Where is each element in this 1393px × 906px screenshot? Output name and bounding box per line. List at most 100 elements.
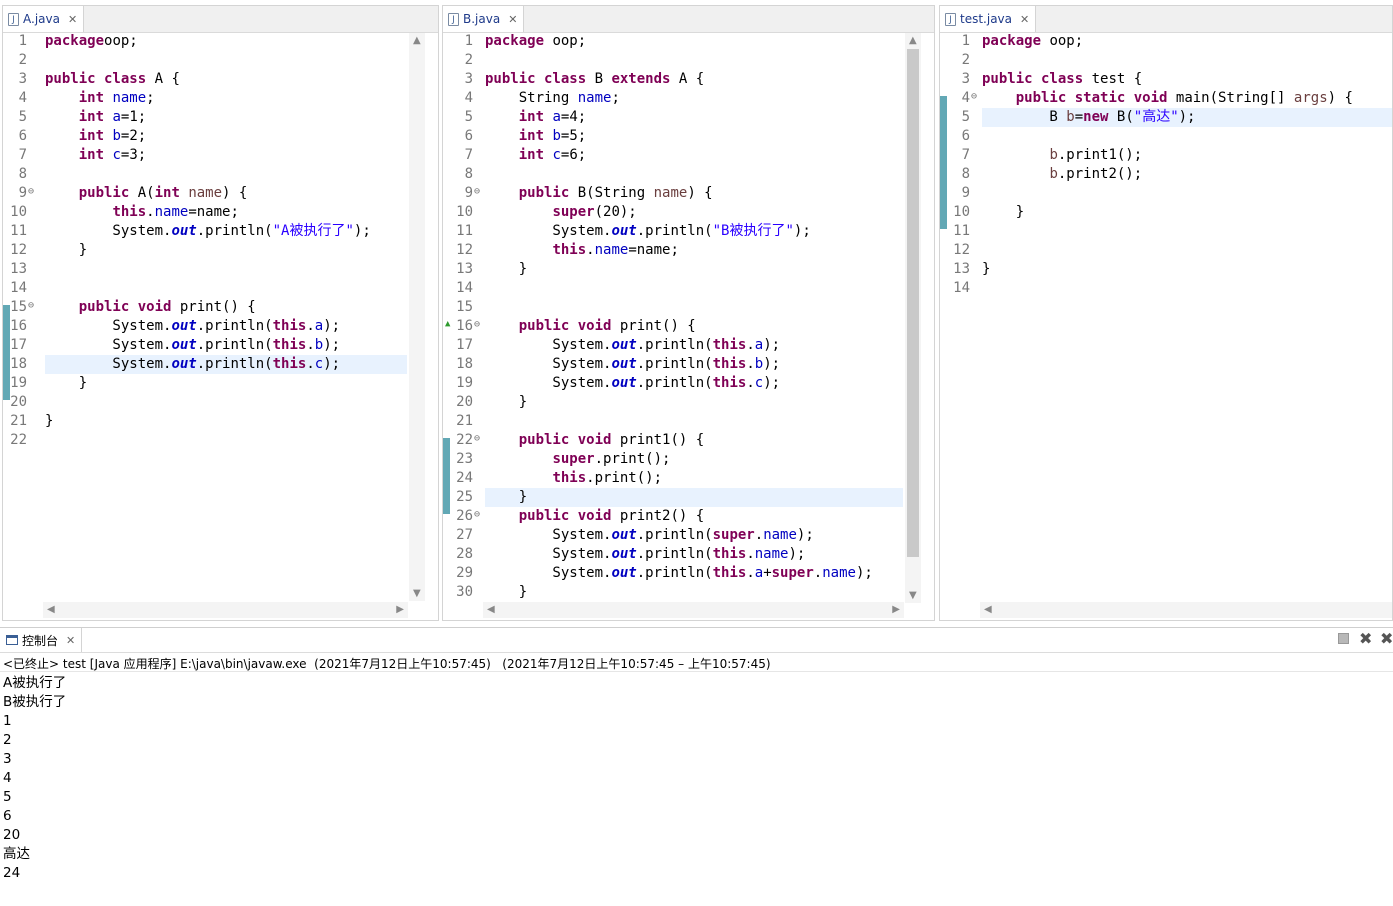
code-line[interactable]: 10 } [940,203,1392,222]
editor-b-java[interactable]: J B.java ✕ 1 package oop; 2 3 public class B… [442,5,935,621]
fold-collapse-icon[interactable]: ⊖ [971,87,977,106]
code-area[interactable]: 1 package oop; 2 3 public class B extends A … [443,32,934,620]
code-line[interactable]: 1 packageoop; [3,32,438,51]
code-line[interactable]: 13 } [443,260,934,279]
fold-collapse-icon[interactable]: ⊖ [474,505,480,524]
code-line[interactable]: 28 System.out.println(this.name); [443,545,934,564]
code-line[interactable]: 6 [940,127,1392,146]
code-line[interactable]: 2 [3,51,438,70]
console-output[interactable]: A被执行了 B被执行了 1 2 3 4 5 6 20 高达 24 [3,674,66,883]
code-line[interactable]: 22 [3,431,438,450]
code-line[interactable]: 4 ⊖ public static void main(String[] args… [940,89,1392,108]
code-line[interactable]: 6 int b=2; [3,127,438,146]
scroll-down-icon[interactable]: ▼ [413,588,421,599]
fold-collapse-icon[interactable]: ⊖ [474,315,480,334]
code-line[interactable]: 17 System.out.println(this.b); [3,336,438,355]
code-line[interactable]: 9 [940,184,1392,203]
scroll-up-icon[interactable]: ▲ [909,35,917,46]
code-line[interactable]: 27 System.out.println(super.name); [443,526,934,545]
code-area[interactable]: 1 packageoop; 2 3 public class A {4 int name… [3,32,438,620]
fold-collapse-icon[interactable]: ⊖ [474,429,480,448]
code-line[interactable]: 14 [940,279,1392,298]
code-line[interactable]: 12 } [3,241,438,260]
remove-launch-icon[interactable]: ✖ [1359,629,1372,648]
code-line[interactable]: 8 b.print2(); [940,165,1392,184]
code-line[interactable]: 4 String name; [443,89,934,108]
vertical-scrollbar[interactable]: ▲ ▼ [905,33,921,603]
code-line[interactable]: 14 [3,279,438,298]
tab-console[interactable]: 控制台 ✕ [0,628,83,652]
code-line[interactable]: 6 int b=5; [443,127,934,146]
code-line[interactable]: 1 package oop; [443,32,934,51]
code-line[interactable]: 1 package oop; [940,32,1392,51]
close-icon[interactable]: ✕ [508,13,517,26]
code-line[interactable]: 14 [443,279,934,298]
fold-collapse-icon[interactable]: ⊖ [474,182,480,201]
code-line[interactable]: 30 } [443,583,934,602]
fold-collapse-icon[interactable]: ⊖ [28,182,34,201]
code-line[interactable]: 26 ⊖ public void print2() { [443,507,934,526]
code-line[interactable]: 2 [940,51,1392,70]
code-line[interactable]: 7 b.print1(); [940,146,1392,165]
code-line[interactable]: 7 int c=6; [443,146,934,165]
code-line[interactable]: 12 this.name=name; [443,241,934,260]
code-line[interactable]: 9 ⊖ public B(String name) { [443,184,934,203]
code-line[interactable]: 20 } [443,393,934,412]
tab-a-java[interactable]: J A.java ✕ [3,6,85,32]
code-line[interactable]: 17 System.out.println(this.a); [443,336,934,355]
horizontal-scrollbar[interactable]: ◀ ▶ [483,602,904,618]
code-line[interactable]: 11 [940,222,1392,241]
code-line[interactable]: 3 public class test { [940,70,1392,89]
code-line[interactable]: 13 [3,260,438,279]
close-icon[interactable]: ✕ [66,634,75,647]
code-area[interactable]: 1 package oop; 2 3 public class test {4 ⊖ pub… [940,32,1392,620]
override-icon[interactable]: ▲ [445,319,450,329]
code-line[interactable]: 11 System.out.println("B被执行了"); [443,222,934,241]
code-line[interactable]: 9 ⊖ public A(int name) { [3,184,438,203]
editor-a-java[interactable]: J A.java ✕ 1 packageoop; 2 3 public class A … [2,5,439,621]
scroll-left-icon[interactable]: ◀ [47,604,55,615]
code-line[interactable]: 15 [443,298,934,317]
code-line[interactable]: 8 [3,165,438,184]
code-line[interactable]: 7 int c=3; [3,146,438,165]
fold-collapse-icon[interactable]: ⊖ [28,296,34,315]
code-line[interactable]: 2 [443,51,934,70]
code-line[interactable]: 20 [3,393,438,412]
horizontal-scrollbar[interactable]: ◀ [980,602,1392,618]
scroll-left-icon[interactable]: ◀ [487,604,495,615]
code-line[interactable]: 8 [443,165,934,184]
code-line[interactable]: 5 int a=4; [443,108,934,127]
scroll-up-icon[interactable]: ▲ [413,35,421,46]
editor-test-java[interactable]: J test.java ✕ 1 package oop; 2 3 public clas… [939,5,1393,621]
code-line[interactable]: 23 super.print(); [443,450,934,469]
code-line[interactable]: 16 ⊖ public void print() { [443,317,934,336]
horizontal-scrollbar[interactable]: ◀ ▶ [43,602,408,618]
code-line[interactable]: 25 } [443,488,934,507]
code-line[interactable]: 10 super(20); [443,203,934,222]
code-line[interactable]: 11 System.out.println("A被执行了"); [3,222,438,241]
code-line[interactable]: 15 ⊖ public void print() { [3,298,438,317]
scroll-left-icon[interactable]: ◀ [984,604,992,615]
code-line[interactable]: 13} [940,260,1392,279]
code-line[interactable]: 12 [940,241,1392,260]
close-icon[interactable]: ✕ [68,13,77,26]
code-line[interactable]: 24 this.print(); [443,469,934,488]
code-line[interactable]: 3 public class A { [3,70,438,89]
code-line[interactable]: 19 System.out.println(this.c); [443,374,934,393]
code-line[interactable]: 3 public class B extends A { [443,70,934,89]
code-line[interactable]: 10 this.name=name; [3,203,438,222]
tab-test-java[interactable]: J test.java ✕ [940,6,1037,32]
code-line[interactable]: 4 int name; [3,89,438,108]
code-line[interactable]: 16 System.out.println(this.a); [3,317,438,336]
scrollbar-thumb[interactable] [907,49,919,557]
code-line[interactable]: 21} [3,412,438,431]
code-line[interactable]: 29 System.out.println(this.a+super.name)… [443,564,934,583]
code-line[interactable]: 21 [443,412,934,431]
code-line[interactable]: 5 int a=1; [3,108,438,127]
scroll-right-icon[interactable]: ▶ [396,604,404,615]
code-line[interactable]: 19 } [3,374,438,393]
code-line[interactable]: 18 System.out.println(this.b); [443,355,934,374]
close-icon[interactable]: ✕ [1020,13,1029,26]
scroll-down-icon[interactable]: ▼ [909,590,917,601]
terminate-icon[interactable] [1338,633,1349,644]
